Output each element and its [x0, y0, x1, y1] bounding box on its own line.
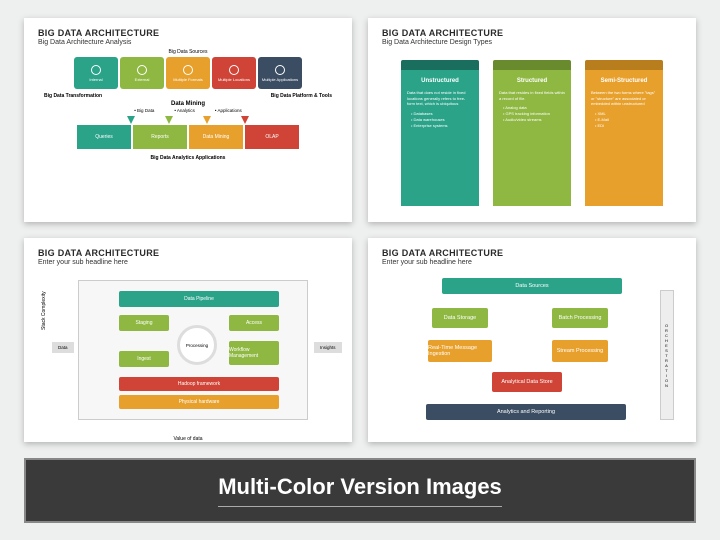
source-label: Multiple Formats	[173, 77, 203, 82]
left-label: Big Data Transformation	[44, 93, 102, 99]
column-desc: Data that resides in fixed fields within…	[499, 90, 565, 101]
orchestration-bar: ORCHESTRATION	[660, 290, 674, 420]
sources-label: Big Data Sources	[38, 49, 338, 55]
slide-title: BIG DATA ARCHITECTURE	[38, 28, 338, 38]
processing-circle: Processing	[177, 325, 217, 365]
footer-banner: Multi-Color Version Images	[24, 458, 696, 523]
source-box: Multiple Locations	[212, 57, 256, 89]
slide-subtitle: Big Data Architecture Analysis	[38, 39, 338, 46]
slide-subtitle: Big Data Architecture Design Types	[382, 39, 682, 46]
column-tab	[585, 60, 663, 70]
flow-box: Data Storage	[432, 308, 488, 328]
column-desc: Data that does not reside in fixed locat…	[407, 90, 473, 107]
column-item: • Audio/video streams	[503, 117, 565, 123]
flow-box: Stream Processing	[552, 340, 608, 362]
dm-item: • Big Data	[134, 108, 154, 113]
flow-box: Batch Processing	[552, 308, 608, 328]
type-column: Semi-Structured Between the two forms whe…	[585, 60, 663, 206]
column-body: Structured Data that resides in fixed fie…	[493, 70, 571, 206]
source-label: External	[135, 77, 150, 82]
layer-bar: Data Pipeline	[119, 291, 279, 307]
mid-labels: Big Data Transformation Big Data Platfor…	[44, 93, 332, 99]
banner-title: Multi-Color Version Images	[218, 474, 502, 507]
arrows-row	[38, 116, 338, 124]
slide-stack-chart: BIG DATA ARCHITECTURE Enter your sub hea…	[24, 238, 352, 442]
dm-item: • Applications	[215, 108, 242, 113]
column-item: • Enterprise systems	[411, 123, 473, 129]
arrow-down-icon	[241, 116, 249, 124]
source-label: Multiple Locations	[218, 77, 250, 82]
source-label: Multiple Applications	[262, 77, 298, 82]
column-title: Structured	[499, 78, 565, 84]
layer-bar: Workflow Management	[229, 341, 279, 365]
bottom-label: Big Data Analytics Applications	[38, 155, 338, 161]
flow-box: Analytics and Reporting	[426, 404, 626, 420]
source-icon	[183, 65, 193, 75]
data-mining-label: Data Mining	[38, 101, 338, 107]
source-box: Multiple Applications	[258, 57, 302, 89]
arrow-down-icon	[203, 116, 211, 124]
source-box: Internal	[74, 57, 118, 89]
x-axis-label: Value of data	[173, 436, 202, 442]
layer-bar: Staging	[119, 315, 169, 331]
slide-architecture-analysis: BIG DATA ARCHITECTURE Big Data Architect…	[24, 18, 352, 222]
arrow-down-icon	[165, 116, 173, 124]
column-title: Unstructured	[407, 78, 473, 84]
column-tab	[493, 60, 571, 70]
slide-title: BIG DATA ARCHITECTURE	[382, 28, 682, 38]
source-icon	[91, 65, 101, 75]
slide-title: BIG DATA ARCHITECTURE	[38, 248, 338, 258]
source-icon	[137, 65, 147, 75]
app-box: Queries	[77, 125, 131, 149]
source-label: Internal	[89, 77, 102, 82]
column-body: Semi-Structured Between the two forms whe…	[585, 70, 663, 206]
type-column: Unstructured Data that does not reside in…	[401, 60, 479, 206]
type-column: Structured Data that resides in fixed fie…	[493, 60, 571, 206]
slide-subtitle: Enter your sub headline here	[38, 259, 338, 266]
right-chip: Insights	[314, 342, 342, 353]
column-item: • EDI	[595, 123, 657, 129]
slide-title: BIG DATA ARCHITECTURE	[382, 248, 682, 258]
flow-box: Analytical Data Store	[492, 372, 562, 392]
column-title: Semi-Structured	[591, 78, 657, 84]
layer-bar: Ingest	[119, 351, 169, 367]
flow-box: Data Sources	[442, 278, 622, 294]
column-tab	[401, 60, 479, 70]
arrow-down-icon	[127, 116, 135, 124]
flow-box: Real-Time Message Ingestion	[428, 340, 492, 362]
slide-subtitle: Enter your sub headline here	[382, 259, 682, 266]
column-desc: Between the two forms where "tags" or "s…	[591, 90, 657, 107]
layer-bar: Hadoop framework	[119, 377, 279, 391]
types-row: Unstructured Data that does not reside in…	[382, 60, 682, 206]
right-label: Big Data Platform & Tools	[271, 93, 332, 99]
layer-bar: Access	[229, 315, 279, 331]
app-box: OLAP	[245, 125, 299, 149]
slide-design-types: BIG DATA ARCHITECTURE Big Data Architect…	[368, 18, 696, 222]
apps-row: QueriesReportsData MiningOLAP	[38, 125, 338, 149]
dm-item: • Analytics	[174, 108, 195, 113]
left-chip: Data	[52, 342, 74, 353]
source-icon	[275, 65, 285, 75]
data-mining-items: • Big Data • Analytics • Applications	[38, 108, 338, 113]
source-box: Multiple Formats	[166, 57, 210, 89]
chart-area: Stack Complexity Data Processing Data Pi…	[38, 272, 338, 442]
column-body: Unstructured Data that does not reside in…	[401, 70, 479, 206]
layer-bar: Physical hardware	[119, 395, 279, 409]
y-axis-label: Stack Complexity	[41, 291, 47, 330]
app-box: Reports	[133, 125, 187, 149]
slide-data-flow: BIG DATA ARCHITECTURE Enter your sub hea…	[368, 238, 696, 442]
source-icon	[229, 65, 239, 75]
sources-row: Internal External Multiple Formats Multiple…	[38, 57, 338, 89]
source-box: External	[120, 57, 164, 89]
app-box: Data Mining	[189, 125, 243, 149]
flow-area: ORCHESTRATION Data Sources Data Storage Ba…	[382, 274, 682, 442]
layers-box: Processing Data Pipeline Staging Access Ing…	[78, 280, 308, 420]
